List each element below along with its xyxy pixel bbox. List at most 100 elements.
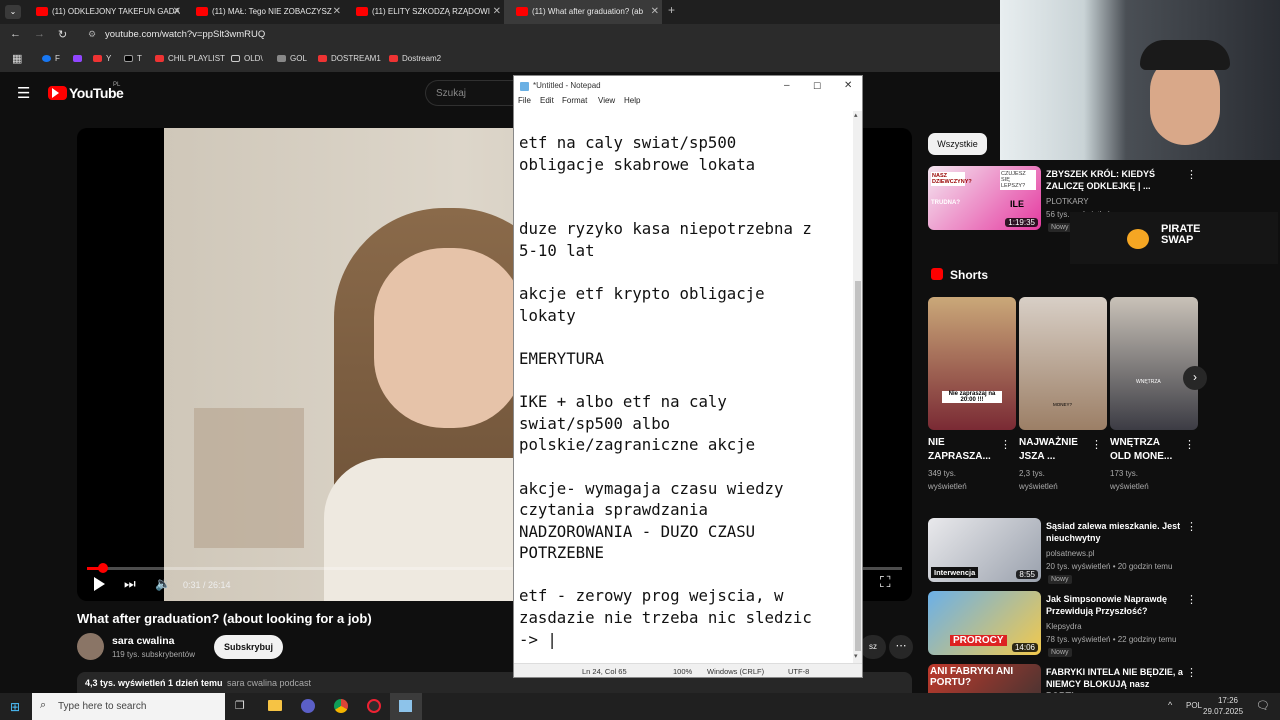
clock-time[interactable]: 17:26 [1210, 696, 1246, 705]
browser-tab[interactable]: (11) ELITY SZKODZĄ RZĄDOWI ✕ [344, 0, 504, 24]
more-vert-icon[interactable]: ⋮ [1091, 438, 1102, 451]
more-vert-icon[interactable]: ⋮ [1184, 438, 1195, 451]
volume-icon[interactable]: 🔉 [155, 576, 171, 592]
rec-channel: Klepsydra [1046, 622, 1082, 631]
next-icon[interactable]: ⏭ [124, 576, 136, 592]
channel-avatar[interactable] [77, 633, 104, 660]
menu-format[interactable]: Format [562, 96, 587, 105]
bookmark-label: GOL [290, 54, 307, 63]
text-line: etf - zerowy prog wejscia, w [519, 586, 784, 606]
notifications-icon[interactable]: 🗨 [1256, 699, 1270, 712]
channel-name[interactable]: sara cwalina [112, 635, 174, 647]
scroll-up-icon[interactable]: ▴ [854, 111, 858, 119]
short-item[interactable]: WNĘTRZA WNĘTRZA OLD MONE... 173 tys. wyś… [1110, 297, 1199, 497]
url-field[interactable]: youtube.com/watch?v=ppSlt3wmRUQ [105, 29, 265, 40]
line-ending: Windows (CRLF) [707, 667, 765, 676]
forward-icon[interactable]: → [34, 28, 45, 40]
maximize-icon[interactable]: ☐ [813, 76, 821, 96]
close-tab-icon[interactable]: ✕ [651, 0, 659, 24]
notepad-taskbar-icon [399, 700, 412, 712]
scroll-thumb[interactable] [855, 281, 861, 651]
menu-edit[interactable]: Edit [540, 96, 554, 105]
bookmark-item[interactable]: F [42, 46, 60, 72]
site-info-icon[interactable]: ⚙ [88, 29, 96, 40]
input-language[interactable]: POL [1186, 701, 1202, 710]
more-vert-icon[interactable]: ⋮ [1186, 520, 1197, 533]
new-badge: Nowy [1048, 223, 1072, 232]
app-icon[interactable] [301, 699, 315, 713]
fullscreen-icon[interactable]: ⛶ [880, 574, 891, 591]
play-icon[interactable] [94, 577, 105, 591]
more-vert-icon[interactable]: ⋮ [1186, 666, 1197, 679]
text-line: duze ryzyko kasa niepotrzebna z [519, 219, 812, 239]
text-line: akcje etf krypto obligacje [519, 284, 765, 304]
chip-all[interactable]: Wszystkie [928, 133, 987, 155]
chrome-icon[interactable] [334, 699, 348, 713]
bookmark-item[interactable]: Dostream2 [389, 46, 441, 72]
youtube-bookmark-icon [389, 55, 398, 62]
new-badge: Nowy [1048, 648, 1072, 657]
notepad-text-area[interactable]: etf na caly swiat/sp500 obligacje skabrow… [519, 132, 849, 650]
obs-icon[interactable] [367, 699, 381, 713]
close-tab-icon[interactable]: ✕ [173, 0, 181, 24]
text-line [519, 197, 849, 219]
new-tab-icon[interactable]: + [668, 3, 675, 17]
more-options-icon[interactable]: ⋯ [889, 635, 913, 659]
shorts-next-chevron-icon[interactable]: › [1183, 366, 1207, 390]
menu-icon[interactable]: ☰ [17, 84, 30, 102]
taskbar-search-box[interactable]: ⌕ Type here to search [32, 693, 225, 720]
tab-list-chevron-icon[interactable]: ⌄ [5, 5, 21, 19]
short-item[interactable]: MONEY? NAJWAŻNIE JSZA ... 2,3 tys. wyświ… [1019, 297, 1108, 497]
task-view-icon[interactable]: ❐ [235, 699, 245, 712]
youtube-favicon-icon [516, 7, 528, 16]
reload-icon[interactable]: ↻ [58, 28, 67, 41]
close-tab-icon[interactable]: ✕ [333, 0, 341, 24]
bookmark-folder[interactable]: OLD\ [231, 46, 263, 72]
hashtag[interactable]: sara cwalina podcast [227, 678, 311, 688]
search-input[interactable]: Szukaj [425, 80, 515, 106]
subscribe-button[interactable]: Subskrybuj [214, 635, 283, 659]
browser-tab[interactable]: (11) ODKLEJONY TAKEFUN GADA ✕ [24, 0, 184, 24]
rec-channel: PLOTKARY [1046, 197, 1089, 206]
tray-chevron-icon[interactable]: ^ [1168, 700, 1172, 710]
file-explorer-icon[interactable] [268, 700, 282, 711]
bookmark-item[interactable]: CHIL PLAYLIST [155, 46, 225, 72]
scroll-down-icon[interactable]: ▾ [854, 652, 858, 660]
menu-help[interactable]: Help [624, 96, 640, 105]
bookmark-item[interactable]: DOSTREAM1 [318, 46, 381, 72]
seek-handle[interactable] [98, 563, 109, 573]
recommendation-item[interactable]: Interwencja 8:55 Sąsiad zalewa mieszkani… [928, 518, 1200, 584]
text-line [519, 326, 849, 348]
minimize-icon[interactable]: – [784, 76, 790, 96]
bookmark-item[interactable]: T [124, 46, 142, 72]
start-windows-icon[interactable]: ⊞ [10, 700, 20, 714]
menu-view[interactable]: View [598, 96, 615, 105]
video-title: What after graduation? (about looking fo… [77, 611, 372, 626]
notepad-window[interactable]: *Untitled - Notepad – ☐ ✕ File Edit Form… [513, 75, 863, 678]
short-item[interactable]: Nie zapraszaj na 20:00 !!! NIE ZAPRASZA.… [928, 297, 1017, 497]
close-tab-icon[interactable]: ✕ [493, 0, 501, 24]
short-views: wyświetleń [928, 482, 967, 491]
bookmark-item[interactable] [73, 46, 86, 72]
bookmark-item[interactable]: Y [93, 46, 111, 72]
more-vert-icon[interactable]: ⋮ [1000, 438, 1011, 451]
clock-date[interactable]: 29.07.2025 [1203, 707, 1243, 716]
more-vert-icon[interactable]: ⋮ [1186, 593, 1197, 606]
recommendation-item[interactable]: PROROCY 14:06 Jak Simpsonowie Naprawdę P… [928, 591, 1200, 657]
vertical-scrollbar[interactable]: ▴ ▾ [853, 111, 862, 663]
back-icon[interactable]: ← [10, 28, 21, 40]
browser-tab-active[interactable]: (11) What after graduation? (ab ✕ [504, 0, 662, 24]
apps-grid-icon[interactable]: ▦ [12, 46, 22, 72]
recommendation-item[interactable]: ANI FABRYKI ANI PORTU? FABRYKI INTELA NI… [928, 664, 1200, 693]
more-actions-partial[interactable]: sz [860, 635, 886, 659]
rec-title: Sąsiad zalewa mieszkanie. Jest nieuchwyt… [1046, 521, 1181, 543]
notepad-taskbar-button[interactable] [390, 693, 422, 720]
notepad-title-bar[interactable]: *Untitled - Notepad – ☐ ✕ [514, 76, 862, 96]
more-vert-icon[interactable]: ⋮ [1186, 168, 1197, 181]
video-duration: 8:55 [1016, 570, 1038, 579]
bookmark-item[interactable]: GOL [277, 46, 307, 72]
menu-file[interactable]: File [518, 96, 531, 105]
browser-tab[interactable]: (11) MAŁ: Tego NIE ZOBACZYSZ ✕ [184, 0, 344, 24]
rec-views: 20 tys. wyświetleń [1046, 562, 1111, 571]
close-window-icon[interactable]: ✕ [844, 76, 852, 96]
